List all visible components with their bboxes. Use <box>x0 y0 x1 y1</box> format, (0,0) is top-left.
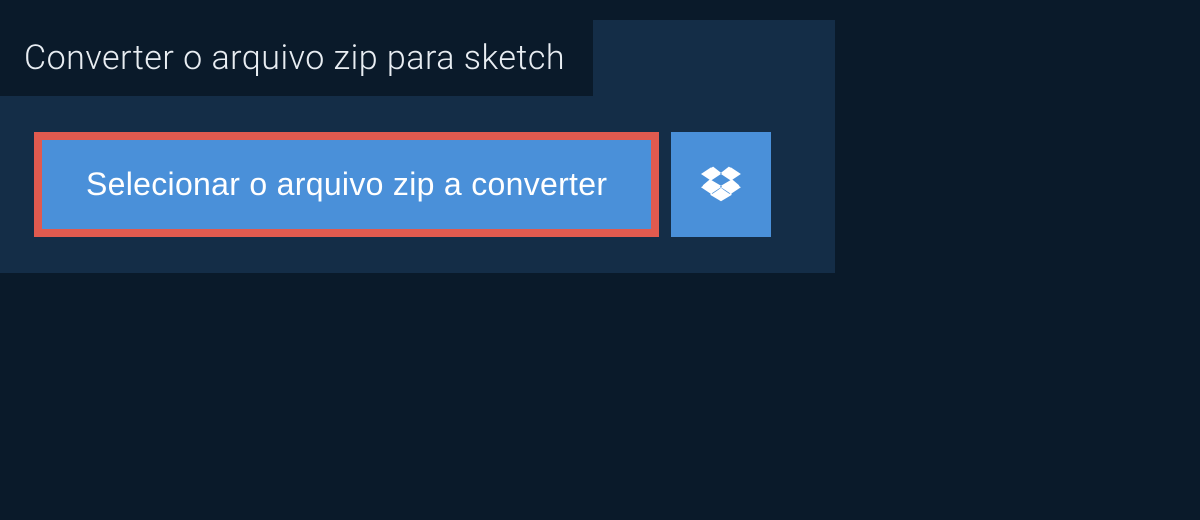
action-row: Selecionar o arquivo zip a converter <box>0 96 835 237</box>
select-file-highlight: Selecionar o arquivo zip a converter <box>34 132 659 237</box>
dropbox-button[interactable] <box>671 132 771 237</box>
panel-title: Converter o arquivo zip para sketch <box>24 38 565 78</box>
panel-title-tab: Converter o arquivo zip para sketch <box>0 20 593 96</box>
converter-panel: Converter o arquivo zip para sketch Sele… <box>0 20 835 273</box>
select-file-label: Selecionar o arquivo zip a converter <box>86 166 607 202</box>
select-file-button[interactable]: Selecionar o arquivo zip a converter <box>42 140 651 229</box>
dropbox-icon <box>700 164 742 206</box>
